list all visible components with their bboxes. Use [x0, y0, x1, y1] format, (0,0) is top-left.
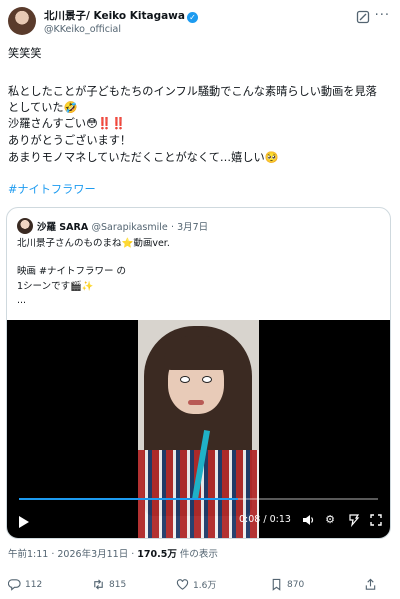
post-line: 私としたことが子どもたちのインフル騒動でこんな素晴らしい動画を見落	[8, 85, 377, 98]
verified-icon: ✓	[186, 12, 198, 23]
video-progress-bar[interactable]	[19, 498, 378, 500]
author-handle[interactable]: @KKeiko_official	[44, 24, 121, 35]
author-avatar[interactable]	[8, 7, 36, 35]
bookmark-icon	[272, 578, 281, 591]
video-frame	[138, 320, 259, 538]
reply-count: 112	[25, 579, 43, 590]
author-display-name[interactable]: 北川景子/ Keiko Kitagawa	[44, 10, 185, 22]
view-count: 170.5万	[137, 549, 177, 560]
hashtag-link[interactable]: #ナイトフラワー	[8, 181, 96, 197]
repost-icon	[94, 579, 103, 590]
quote-date: · 3月7日	[171, 222, 209, 233]
quote-avatar	[17, 218, 33, 234]
share-icon	[365, 578, 376, 590]
bookmark-button[interactable]: 870	[270, 578, 304, 591]
settings-icon[interactable]: ⚙	[323, 513, 337, 527]
quote-line: ...	[17, 295, 27, 306]
quote-line: 北川景子さんのものまね⭐️動画ver.	[17, 238, 170, 249]
video-time: 0:08 / 0:13	[239, 514, 291, 525]
repost-button[interactable]: 815	[92, 578, 126, 591]
quote-author-handle: @Sarapikasmile	[91, 222, 168, 233]
share-button[interactable]	[364, 578, 377, 591]
like-icon	[176, 579, 189, 590]
repost-count: 815	[109, 579, 127, 590]
quote-line: 1シーンです🎬✨	[17, 281, 94, 292]
post-line: 笑笑笑	[8, 47, 42, 60]
post-line: 沙羅さんすごい😳‼️‼️	[8, 117, 126, 130]
post-header: 北川景子/ Keiko Kitagawa ✓ @KKeiko_official ·…	[8, 6, 392, 40]
post-line: としていた🤣	[8, 101, 78, 114]
volume-icon[interactable]	[301, 513, 315, 527]
reply-button[interactable]: 112	[8, 578, 42, 591]
post-line: ありがとうございます！	[8, 134, 132, 147]
post-meta: 午前1:11 · 2026年3月11日 · 170.5万 件の表示	[8, 546, 218, 560]
captions-icon[interactable]	[347, 513, 361, 528]
quote-line: 映画 #ナイトフラワー の	[17, 266, 126, 277]
bookmark-count: 870	[287, 579, 305, 590]
quote-author-name: 沙羅 SARA	[37, 222, 89, 233]
post-timestamp[interactable]: 午前1:11 · 2026年3月11日 ·	[8, 549, 137, 560]
play-icon[interactable]	[19, 516, 29, 528]
view-label: 件の表示	[176, 549, 218, 560]
fullscreen-icon[interactable]	[369, 513, 383, 527]
like-count: 1.6万	[193, 581, 217, 591]
quote-author-row: 沙羅 SARA @Sarapikasmile · 3月7日	[37, 219, 208, 233]
video-player[interactable]: 0:08 / 0:13 ⚙	[7, 320, 390, 538]
reply-icon	[8, 579, 21, 591]
grok-icon[interactable]	[356, 10, 370, 24]
video-progress-fill	[19, 498, 238, 500]
more-icon[interactable]: ···	[375, 8, 390, 23]
author-name-row[interactable]: 北川景子/ Keiko Kitagawa ✓	[44, 8, 198, 23]
action-bar: 112 815 1.6万 870	[8, 578, 392, 594]
post-line: あまりモノマネしていただくことがなくて…嬉しい🥺	[8, 151, 279, 164]
like-button[interactable]: 1.6万	[176, 578, 216, 591]
quoted-post[interactable]: 沙羅 SARA @Sarapikasmile · 3月7日 北川景子さんのものま…	[6, 207, 391, 539]
